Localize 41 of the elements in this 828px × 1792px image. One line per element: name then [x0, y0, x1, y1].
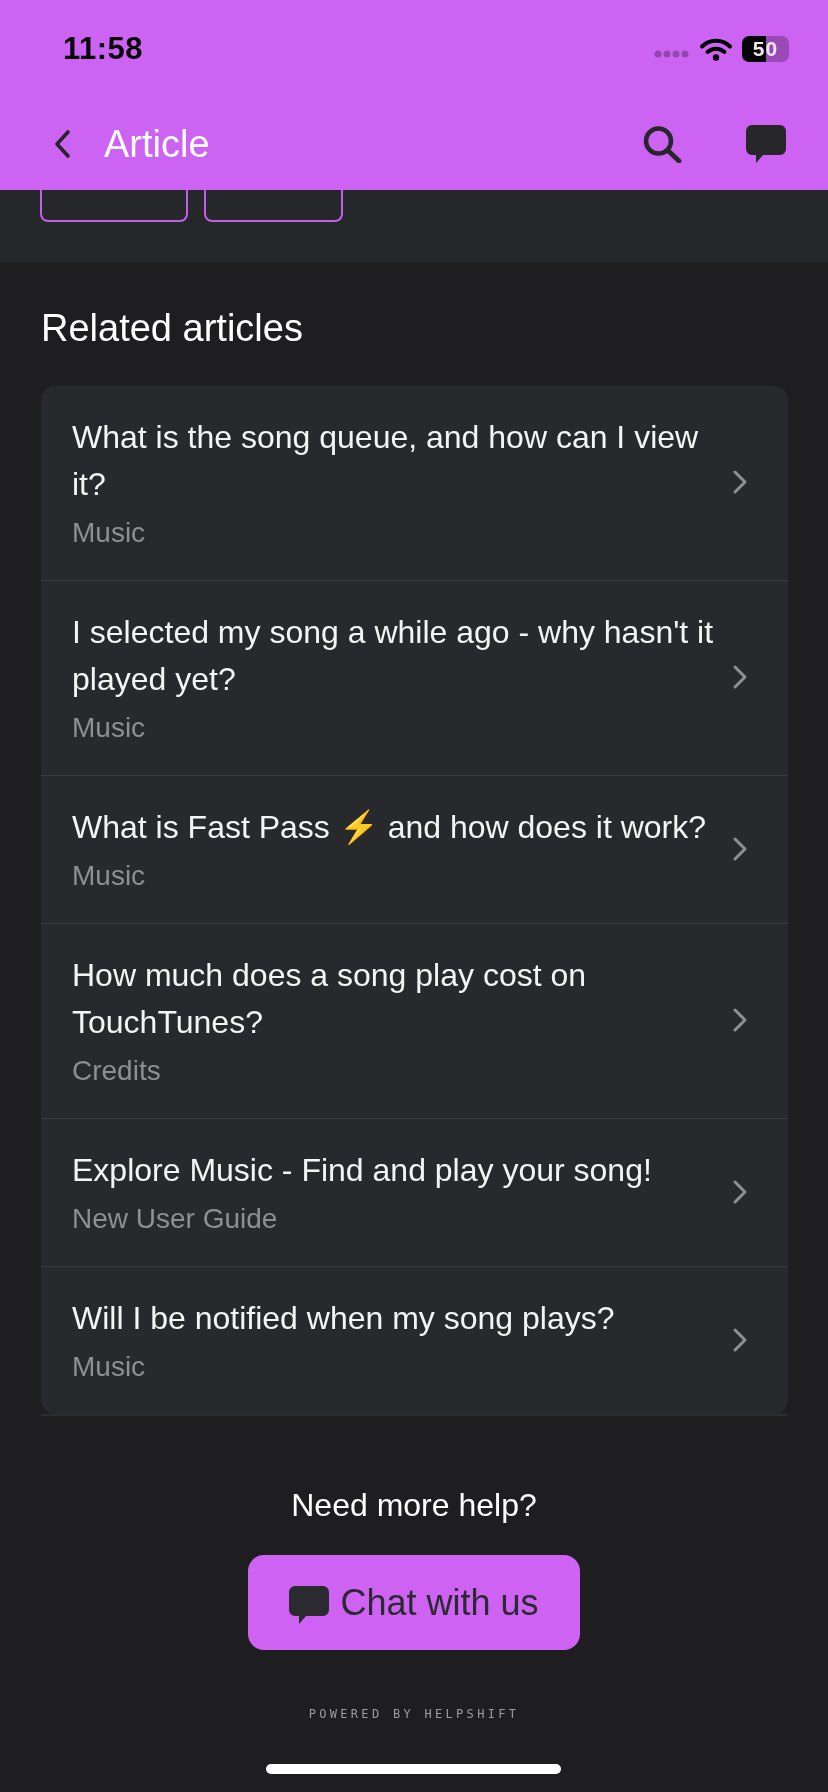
article-category: Music	[72, 1350, 147, 1384]
back-button[interactable]	[53, 129, 71, 159]
feedback-button[interactable]	[40, 190, 188, 222]
help-prompt: Need more help?	[291, 1486, 537, 1524]
cellular-signal-icon	[654, 49, 690, 58]
chat-with-us-button[interactable]: Chat with us	[248, 1555, 580, 1650]
chevron-right-icon	[732, 835, 748, 862]
chevron-right-icon	[732, 664, 748, 690]
article-row[interactable]: What is the song queue, and how can I view it? Music	[41, 386, 788, 580]
article-category: Music	[72, 859, 147, 893]
chat-bubble-icon	[746, 125, 786, 163]
feedback-button[interactable]	[204, 190, 343, 222]
chevron-left-icon	[53, 129, 71, 159]
article-category: Music	[72, 516, 147, 550]
article-category: Credits	[72, 1054, 162, 1088]
article-row[interactable]: Explore Music - Find and play your song! New User Guide	[41, 1118, 788, 1266]
chevron-right-icon	[732, 1007, 748, 1033]
status-time: 11:58	[63, 31, 144, 67]
article-title: Explore Music - Find and play your song!	[72, 1151, 653, 1190]
article-title: I selected my song a while ago - why hasn't it played yet?	[72, 613, 715, 699]
chevron-right-icon	[732, 1178, 748, 1205]
search-icon	[642, 125, 682, 163]
chat-button[interactable]	[746, 125, 786, 163]
article-row[interactable]: I selected my song a while ago - why hasn't it played yet? Music	[41, 580, 788, 775]
article-category: New User Guide	[72, 1202, 279, 1236]
article-row[interactable]: How much does a song play cost on TouchTunes? Credits	[41, 923, 788, 1118]
chevron-right-icon	[732, 469, 748, 495]
article-category: Music	[72, 711, 147, 745]
article-title: How much does a song play cost on TouchTunes?	[72, 956, 588, 1042]
page-title: Article	[104, 122, 211, 166]
chevron-right-icon	[732, 1326, 748, 1353]
powered-by-text: POWERED BY HELPSHIFT	[308, 1706, 520, 1722]
article-title: What is the song queue, and how can I view it?	[72, 418, 700, 504]
article-title: Will I be notified when my song plays?	[72, 1299, 616, 1338]
search-button[interactable]	[642, 125, 682, 163]
wifi-icon	[700, 37, 732, 61]
section-heading: Related articles	[41, 306, 304, 350]
article-title: What is Fast Pass ⚡ and how does it work?	[72, 808, 708, 847]
chat-bubble-icon	[289, 1585, 330, 1624]
article-row[interactable]: Will I be notified when my song plays? Music	[41, 1266, 788, 1414]
article-row[interactable]: What is Fast Pass ⚡ and how does it work? Music	[41, 775, 788, 923]
